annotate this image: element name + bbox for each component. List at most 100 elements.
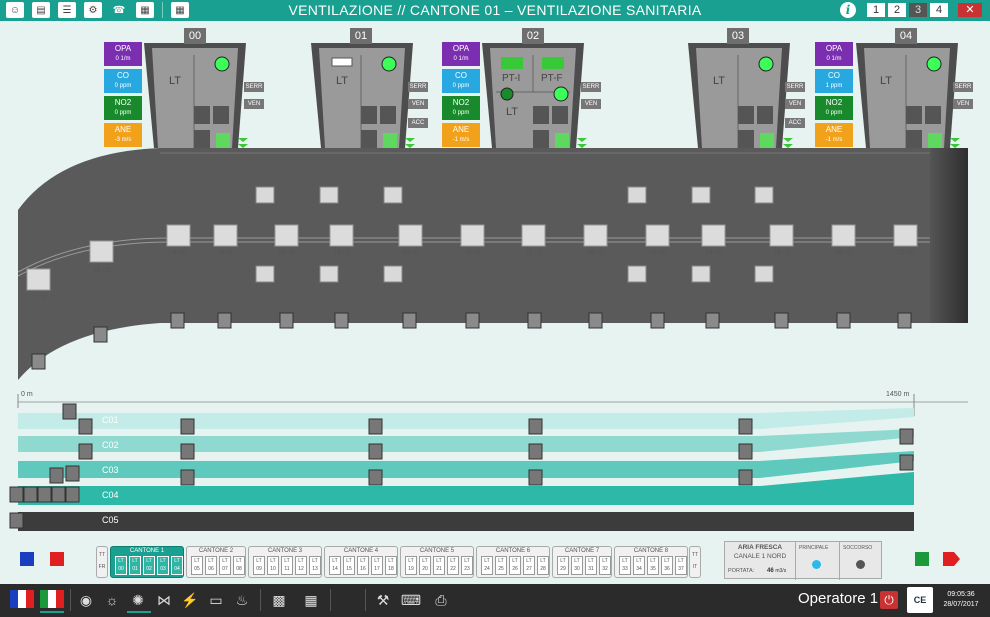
tools-icon[interactable]: ⚒: [372, 589, 394, 611]
opa-sensor-a[interactable]: OPA 0 1/m: [104, 42, 142, 66]
valve-icon[interactable]: ⋈: [153, 589, 175, 611]
serr-tag-02[interactable]: SERR: [581, 82, 601, 92]
italian-flag-icon[interactable]: [40, 590, 64, 608]
operator-name[interactable]: Operatore 1: [798, 590, 878, 607]
lt-button[interactable]: LT 35: [647, 556, 659, 575]
acc-tag-03[interactable]: ACC: [785, 118, 805, 128]
lt-button[interactable]: LT 30: [571, 556, 583, 575]
fan-icon[interactable]: ✺: [127, 589, 149, 611]
map-icon[interactable]: ▦: [300, 589, 322, 611]
cavern-label-01[interactable]: 01: [350, 28, 372, 44]
serr-tag-00[interactable]: SERR: [244, 82, 264, 92]
lt-button[interactable]: LT 03: [157, 556, 169, 575]
no2-sensor-b[interactable]: NO2 0 ppm: [442, 96, 480, 120]
direction-right-green-icon[interactable]: [915, 552, 929, 566]
lt-button[interactable]: LT 37: [675, 556, 687, 575]
lt-button[interactable]: LT 33: [619, 556, 631, 575]
lt-button[interactable]: LT 05: [191, 556, 203, 575]
lt-button[interactable]: LT 34: [633, 556, 645, 575]
lt-button[interactable]: LT 01: [129, 556, 141, 575]
lt-button[interactable]: LT 28: [537, 556, 549, 575]
lighting-icon[interactable]: ☼: [101, 589, 123, 611]
serr-tag-04[interactable]: SERR: [953, 82, 973, 92]
ven-tag-03[interactable]: VEN: [785, 99, 805, 109]
ane-sensor-b[interactable]: ANE -1 m/s: [442, 123, 480, 147]
lt-button[interactable]: LT 36: [661, 556, 673, 575]
lt-button[interactable]: LT 24: [481, 556, 493, 575]
lt-button[interactable]: LT 19: [405, 556, 417, 575]
opa-sensor-b[interactable]: OPA 0 1/m: [442, 42, 480, 66]
ven-tag-02[interactable]: VEN: [581, 99, 601, 109]
soccorso-status-indicator[interactable]: [856, 560, 865, 569]
lt-button[interactable]: LT 15: [343, 556, 355, 575]
no2-sensor-c[interactable]: NO2 0 ppm: [815, 96, 853, 120]
direction-left-red-icon[interactable]: [50, 552, 64, 566]
lt-button[interactable]: LT 07: [219, 556, 231, 575]
keyboard-icon[interactable]: ⌨: [400, 589, 422, 611]
lt-button[interactable]: LT 11: [281, 556, 293, 575]
cavern-label-02[interactable]: 02: [522, 28, 544, 44]
lt-button[interactable]: LT 27: [523, 556, 535, 575]
side-right-column[interactable]: TT IT: [689, 546, 701, 578]
cavern-label-03[interactable]: 03: [727, 28, 749, 44]
cantone-8[interactable]: CANTONE 8 LT 33 LT 34 LT 35 LT 36 LT 37: [614, 546, 688, 578]
ane-sensor-a[interactable]: ANE -3 m/s: [104, 123, 142, 147]
lt-button[interactable]: LT 20: [419, 556, 431, 575]
side-left-column[interactable]: TT FR: [96, 546, 108, 578]
co-sensor-b[interactable]: CO 0 ppm: [442, 69, 480, 93]
lt-button[interactable]: LT 08: [233, 556, 245, 575]
lt-button[interactable]: LT 22: [447, 556, 459, 575]
ven-tag-00[interactable]: VEN: [244, 99, 264, 109]
direction-arrow-red-icon[interactable]: [943, 551, 961, 567]
printer-icon[interactable]: ⎙: [430, 589, 452, 611]
co-sensor-a[interactable]: CO 0 ppm: [104, 69, 142, 93]
lt-button[interactable]: LT 14: [329, 556, 341, 575]
cavern-label-04[interactable]: 04: [895, 28, 917, 44]
french-flag-icon[interactable]: [10, 590, 34, 608]
cantone-3[interactable]: CANTONE 3 LT 09 LT 10 LT 11 LT 12 LT 13: [248, 546, 322, 578]
lt-button[interactable]: LT 25: [495, 556, 507, 575]
traffic-light-icon[interactable]: ◉: [75, 589, 97, 611]
lt-button[interactable]: LT 13: [309, 556, 321, 575]
power-icon[interactable]: ⚡: [179, 589, 201, 611]
lt-button[interactable]: LT 23: [461, 556, 473, 575]
cantone-2[interactable]: CANTONE 2 LT 05 LT 06 LT 07 LT 08: [186, 546, 246, 578]
lt-button[interactable]: LT 04: [171, 556, 183, 575]
monitor-icon[interactable]: ▭: [205, 589, 227, 611]
lt-button[interactable]: LT 00: [115, 556, 127, 575]
taskbar-divider: [70, 589, 71, 611]
co-sensor-c[interactable]: CO 1 ppm: [815, 69, 853, 93]
cantone-7[interactable]: CANTONE 7 LT 29 LT 30 LT 31 LT 32: [552, 546, 612, 578]
serr-tag-01[interactable]: SERR: [408, 82, 428, 92]
ane-sensor-c[interactable]: ANE -1 m/s: [815, 123, 853, 147]
direction-left-blue-icon[interactable]: [20, 552, 34, 566]
logout-power-icon[interactable]: ⏻: [880, 591, 898, 609]
lt-button[interactable]: LT 16: [357, 556, 369, 575]
ven-tag-01[interactable]: VEN: [408, 99, 428, 109]
monitor-settings-icon[interactable]: ▩: [268, 589, 290, 611]
lt-button[interactable]: LT 06: [205, 556, 217, 575]
lt-button[interactable]: LT 26: [509, 556, 521, 575]
serr-tag-03[interactable]: SERR: [785, 82, 805, 92]
cantone-5[interactable]: CANTONE 5 LT 19 LT 20 LT 21 LT 22 LT 23: [400, 546, 474, 578]
cantone-6[interactable]: CANTONE 6 LT 24 LT 25 LT 26 LT 27 LT 28: [476, 546, 550, 578]
principale-status-indicator[interactable]: [812, 560, 821, 569]
lt-button[interactable]: LT 32: [599, 556, 611, 575]
cavern-label-00[interactable]: 00: [184, 28, 206, 44]
lt-button[interactable]: LT 17: [371, 556, 383, 575]
lt-button[interactable]: LT 10: [267, 556, 279, 575]
opa-sensor-c[interactable]: OPA 0 1/m: [815, 42, 853, 66]
lt-button[interactable]: LT 18: [385, 556, 397, 575]
lt-button[interactable]: LT 21: [433, 556, 445, 575]
lt-button[interactable]: LT 29: [557, 556, 569, 575]
fire-icon[interactable]: ♨: [231, 589, 253, 611]
cantone-4[interactable]: CANTONE 4 LT 14 LT 15 LT 16 LT 17 LT 18: [324, 546, 398, 578]
no2-sensor-a[interactable]: NO2 0 ppm: [104, 96, 142, 120]
acc-tag-01[interactable]: ACC: [408, 118, 428, 128]
cantone-1[interactable]: CANTONE 1 LT 00 LT 01 LT 02 LT 03 LT 04: [110, 546, 184, 578]
lt-button[interactable]: LT 31: [585, 556, 597, 575]
lt-button[interactable]: LT 09: [253, 556, 265, 575]
lt-button[interactable]: LT 12: [295, 556, 307, 575]
ven-tag-04[interactable]: VEN: [953, 99, 973, 109]
lt-button[interactable]: LT 02: [143, 556, 155, 575]
